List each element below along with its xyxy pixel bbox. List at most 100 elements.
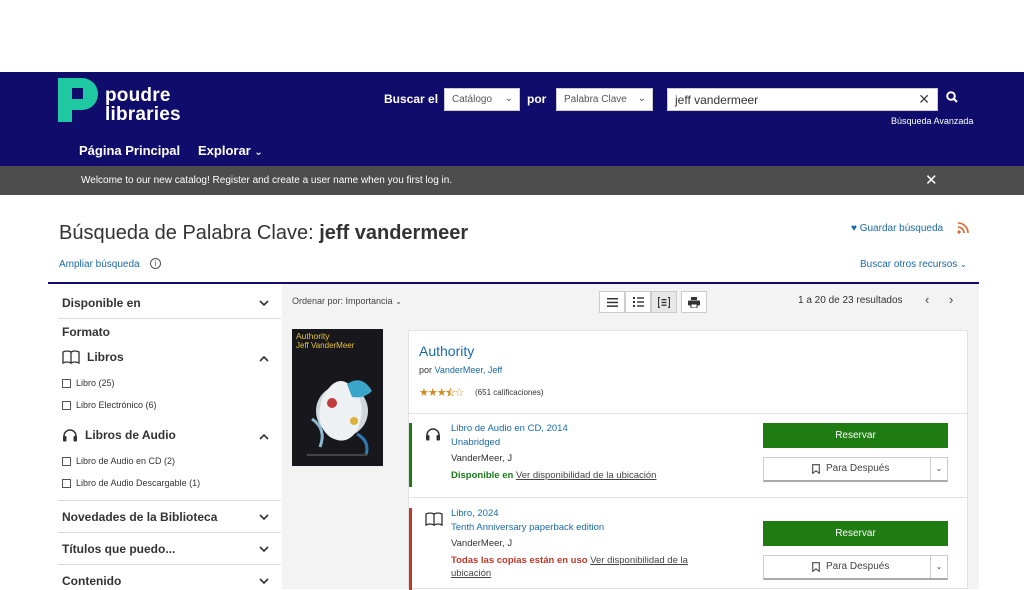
facet-audiobooks-label: Libros de Audio bbox=[85, 428, 176, 442]
book-cover-image[interactable]: Authority Jeff VanderMeer bbox=[292, 329, 383, 466]
format-edition[interactable]: Unabridged bbox=[451, 437, 500, 448]
format-row: Libro de Audio en CD, 2014 Unabridged Va… bbox=[409, 423, 967, 495]
expand-search-link[interactable]: Ampliar búsqueda bbox=[59, 259, 140, 270]
divider bbox=[58, 532, 281, 533]
checkbox[interactable] bbox=[62, 478, 71, 488]
chevron-down-icon[interactable]: ⌄ bbox=[930, 556, 947, 578]
clear-icon[interactable]: ✕ bbox=[918, 91, 930, 108]
save-for-later-label-wrap: Para Después bbox=[812, 561, 889, 572]
sort-dropdown[interactable]: Ordenar por: Importancia ⌄ bbox=[292, 296, 402, 306]
availability-status: Todas las copias están en uso bbox=[451, 555, 588, 566]
chevron-down-icon[interactable] bbox=[259, 576, 269, 586]
star-empty-icon: ☆ bbox=[454, 387, 465, 399]
chevron-down-icon[interactable] bbox=[259, 512, 269, 522]
facet-checkbox[interactable]: Libro Electrónico (6) bbox=[62, 400, 157, 410]
chevron-down-icon[interactable] bbox=[259, 544, 269, 554]
headphones-icon bbox=[63, 429, 77, 442]
facet-audiobooks[interactable]: Libros de Audio bbox=[62, 428, 176, 442]
prev-page-icon[interactable]: ‹ bbox=[925, 292, 929, 307]
chevron-down-icon[interactable] bbox=[259, 298, 269, 308]
brand-line1: poudre bbox=[105, 85, 171, 106]
chevron-down-icon: ⌄ bbox=[504, 93, 513, 104]
advanced-search-link[interactable]: Búsqueda Avanzada bbox=[891, 116, 973, 126]
availability-status: Disponible en bbox=[451, 470, 514, 481]
by-label: por bbox=[419, 365, 433, 375]
bookmark-icon bbox=[812, 561, 820, 572]
view-detail-list-button[interactable] bbox=[625, 291, 651, 313]
logo-text: poudre libraries bbox=[105, 86, 181, 124]
format-name-link[interactable]: Libro, 2024 bbox=[451, 508, 499, 519]
facet-available-in[interactable]: Disponible en bbox=[62, 296, 141, 310]
close-icon[interactable]: ✕ bbox=[925, 171, 938, 189]
save-for-later-button[interactable]: Para Después ⌄ bbox=[763, 457, 948, 482]
nav-home[interactable]: Página Principal bbox=[79, 143, 180, 158]
reserve-button[interactable]: Reservar bbox=[763, 521, 948, 546]
info-icon[interactable]: i bbox=[150, 258, 161, 269]
view-card-button[interactable] bbox=[651, 291, 677, 313]
star-full-icon: ★ bbox=[436, 387, 447, 399]
format-name-link[interactable]: Libro de Audio en CD, 2014 bbox=[451, 423, 568, 434]
author-link[interactable]: VanderMeer, Jeff bbox=[435, 365, 503, 375]
status-bar bbox=[409, 508, 412, 590]
rating-stars[interactable]: ★★★★☆ bbox=[419, 386, 465, 399]
facet-checkbox[interactable]: Libro de Audio Descargable (1) bbox=[62, 478, 200, 488]
type-select[interactable]: Palabra Clave ⌄ bbox=[556, 88, 653, 111]
facet-checkbox[interactable]: Libro de Audio en CD (2) bbox=[62, 456, 175, 466]
scope-select[interactable]: Catálogo ⌄ bbox=[444, 88, 520, 111]
save-for-later-button[interactable]: Para Después ⌄ bbox=[763, 555, 948, 580]
view-list-button[interactable] bbox=[599, 291, 625, 313]
facet-option-label: Libro de Audio Descargable (1) bbox=[76, 478, 201, 488]
logo[interactable]: poudre libraries bbox=[58, 78, 181, 124]
results-panel: Ordenar por: Importancia ⌄ 1 a 20 de 23 … bbox=[282, 284, 979, 590]
reserve-button[interactable]: Reservar bbox=[763, 423, 948, 448]
save-search-label: Guardar búsqueda bbox=[859, 223, 944, 234]
result-card: Authority por VanderMeer, Jeff ★★★★☆ (65… bbox=[408, 330, 968, 590]
save-for-later-label: Para Después bbox=[826, 561, 890, 572]
availability: Disponible en Ver disponibilidad de la u… bbox=[451, 469, 711, 482]
facet-content[interactable]: Contenido bbox=[62, 574, 121, 588]
brand-line2: libraries bbox=[105, 104, 181, 125]
format-row: Libro, 2024 Tenth Anniversary paperback … bbox=[409, 508, 967, 590]
format-edition[interactable]: Tenth Anniversary paperback edition bbox=[451, 522, 604, 533]
facet-books[interactable]: Libros bbox=[62, 350, 124, 364]
facet-sidebar: Disponible en Formato Libros Libro (25) … bbox=[48, 284, 281, 589]
checkbox[interactable] bbox=[62, 400, 71, 410]
facet-checkbox[interactable]: Libro (25) bbox=[62, 378, 115, 388]
next-page-icon[interactable]: › bbox=[949, 292, 953, 307]
heading-query: jeff vandermeer bbox=[319, 222, 469, 244]
nav-explore[interactable]: Explorar ⌄ bbox=[198, 143, 263, 158]
banner-message: Welcome to our new catalog! Register and… bbox=[81, 175, 453, 186]
location-link[interactable]: Ver disponibilidad de la ubicación bbox=[516, 470, 657, 481]
results-count: 1 a 20 de 23 resultados bbox=[798, 295, 903, 306]
divider bbox=[58, 500, 281, 501]
checkbox[interactable] bbox=[62, 378, 71, 388]
other-resources-label: Buscar otros recursos bbox=[860, 259, 958, 270]
search-icon[interactable] bbox=[946, 91, 960, 107]
result-byline: por VanderMeer, Jeff bbox=[419, 365, 502, 375]
result-title[interactable]: Authority bbox=[419, 343, 474, 359]
card-view-icon bbox=[658, 296, 670, 308]
print-button[interactable] bbox=[681, 291, 707, 313]
save-for-later-label-wrap: Para Después bbox=[812, 463, 889, 474]
facet-format-label: Formato bbox=[62, 325, 110, 339]
rss-icon[interactable] bbox=[957, 221, 969, 234]
chevron-up-icon[interactable] bbox=[259, 354, 269, 364]
checkbox[interactable] bbox=[62, 456, 71, 466]
facet-new-items[interactable]: Novedades de la Biblioteca bbox=[62, 510, 217, 524]
other-resources-link[interactable]: Buscar otros recursos ⌄ bbox=[860, 259, 967, 270]
cover-title: Authority bbox=[296, 331, 330, 341]
ratings-count: (651 calificaciones) bbox=[475, 388, 544, 397]
book-icon bbox=[62, 350, 80, 364]
scope-select-value: Catálogo bbox=[452, 94, 493, 105]
facet-option-label: Libro Electrónico (6) bbox=[76, 400, 157, 410]
save-for-later-label: Para Después bbox=[826, 463, 890, 474]
facet-option-label: Libro de Audio en CD (2) bbox=[76, 456, 176, 466]
page-title: Búsqueda de Palabra Clave: jeff vanderme… bbox=[59, 222, 468, 245]
search-input[interactable]: jeff vandermeer ✕ bbox=[667, 88, 938, 111]
chevron-up-icon[interactable] bbox=[259, 432, 269, 442]
top-whitespace bbox=[0, 0, 1024, 72]
save-search-link[interactable]: ♥ Guardar búsqueda bbox=[851, 223, 943, 234]
chevron-down-icon[interactable]: ⌄ bbox=[930, 458, 947, 480]
list-icon bbox=[606, 297, 618, 307]
facet-titles[interactable]: Títulos que puedo... bbox=[62, 542, 175, 556]
